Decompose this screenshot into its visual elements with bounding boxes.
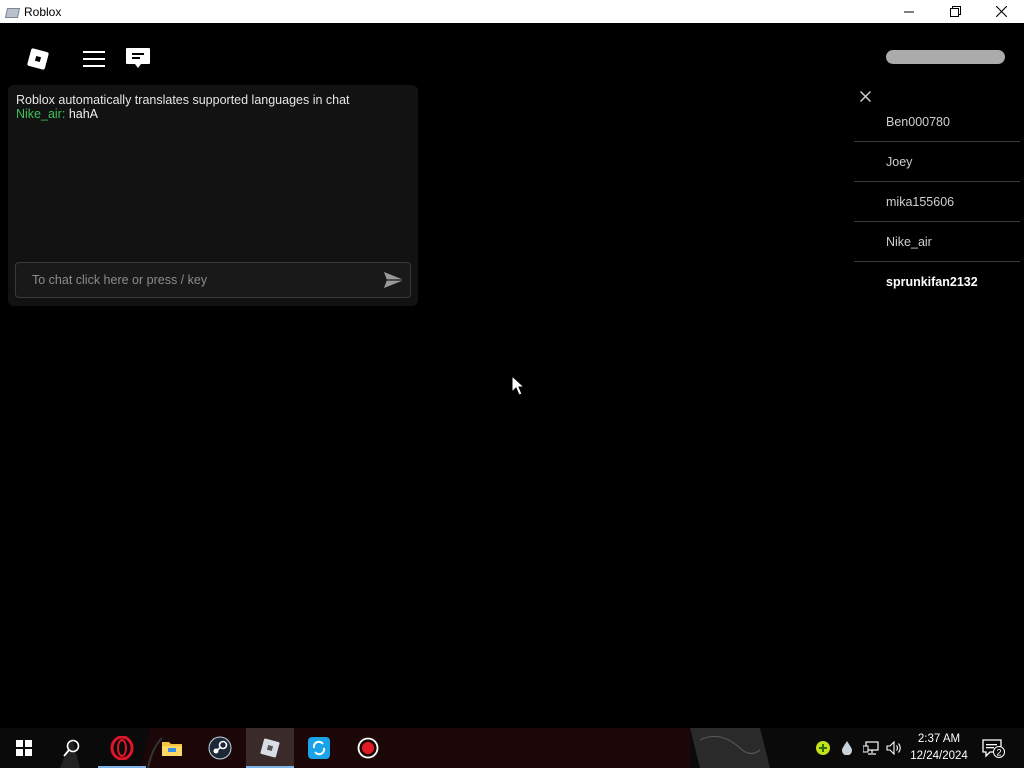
taskbar: 2:37 AM 12/24/2024 2 [0, 728, 1024, 768]
chat-system-message: Roblox automatically translates supporte… [16, 93, 350, 107]
local-player-row[interactable]: sprunkifan2132 [854, 262, 1020, 302]
green-status-icon [816, 741, 830, 755]
clock-date: 12/24/2024 [910, 750, 968, 762]
chat-input-box[interactable] [15, 262, 411, 298]
taskbar-steam[interactable] [196, 728, 244, 768]
notification-count: 2 [996, 748, 1001, 758]
restore-icon [949, 6, 961, 17]
chat-bubble-icon [126, 48, 150, 68]
hamburger-menu-icon [83, 51, 105, 67]
mouse-cursor-icon [511, 375, 526, 396]
player-name-bar[interactable] [886, 50, 1005, 64]
roblox-window-icon [5, 6, 19, 18]
search-button[interactable] [48, 728, 96, 768]
close-button[interactable] [978, 0, 1024, 23]
taskbar-recorder[interactable] [344, 728, 392, 768]
player-row[interactable]: Ben000780 [854, 102, 1020, 142]
minimize-button[interactable] [886, 0, 932, 23]
window-titlebar: Roblox [0, 0, 1024, 23]
folder-icon [162, 742, 182, 756]
player-list: Ben000780 Joey mika155606 Nike_air sprun… [854, 102, 1020, 302]
chat-toggle-button[interactable] [122, 43, 154, 75]
restore-button[interactable] [932, 0, 978, 23]
tray-volume[interactable] [884, 728, 906, 768]
opera-browser-icon [110, 736, 134, 760]
taskbar-clock[interactable]: 2:37 AM 12/24/2024 [905, 731, 973, 765]
notification-icon: 2 [982, 739, 1005, 758]
search-icon [63, 739, 80, 757]
player-row[interactable]: Nike_air [854, 222, 1020, 262]
record-icon [357, 737, 379, 759]
notification-center-button[interactable]: 2 [978, 728, 1008, 768]
chat-message-text: hahA [68, 107, 99, 121]
network-icon [863, 741, 879, 755]
tray-droplet[interactable] [838, 728, 856, 768]
chat-input[interactable] [26, 263, 366, 297]
taskbar-file-explorer[interactable] [148, 728, 196, 768]
roblox-logo-icon [27, 48, 49, 70]
send-arrow-icon [384, 272, 404, 288]
chat-window: Roblox automatically translates supporte… [8, 85, 418, 306]
tray-green-status[interactable] [812, 728, 834, 768]
close-icon [995, 6, 1007, 17]
taskbar-opera[interactable] [98, 728, 146, 768]
send-button[interactable] [382, 269, 406, 291]
player-row[interactable]: Joey [854, 142, 1020, 182]
minimize-icon [904, 11, 914, 12]
taskbar-roblox[interactable] [246, 728, 294, 768]
window-controls [886, 0, 1024, 23]
tray-network[interactable] [860, 728, 882, 768]
clock-time: 2:37 AM [917, 733, 961, 745]
volume-icon [886, 741, 901, 755]
start-button[interactable] [0, 728, 48, 768]
roblox-icon [260, 738, 280, 758]
hamburger-menu-button[interactable] [78, 43, 110, 75]
roblox-menu-button[interactable] [22, 43, 54, 75]
chat-username[interactable]: Nike_air: [16, 107, 65, 121]
windows-start-icon [16, 740, 32, 756]
droplet-icon [842, 741, 852, 755]
chat-message: Nike_air: hahA [16, 107, 98, 121]
taskbar-sync-app[interactable] [295, 728, 343, 768]
window-title: Roblox [24, 4, 62, 19]
sync-icon [308, 737, 330, 759]
steam-icon [208, 736, 232, 760]
close-icon [859, 90, 871, 102]
player-row[interactable]: mika155606 [854, 182, 1020, 222]
game-viewport[interactable]: Roblox automatically translates supporte… [0, 23, 1024, 728]
